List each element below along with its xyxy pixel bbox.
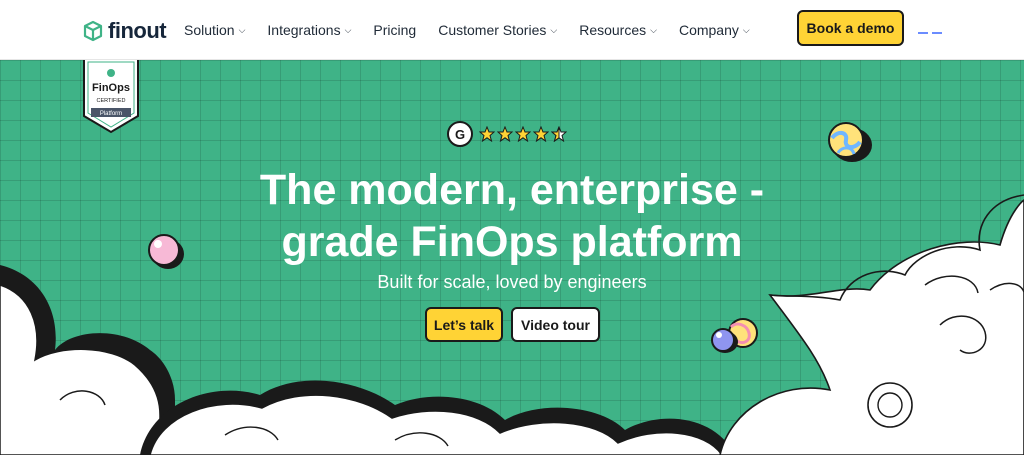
- box-logo-icon: [83, 20, 103, 42]
- marble-cluster-icon: [711, 318, 758, 353]
- chevron-down-icon: ⌵: [238, 24, 246, 35]
- nav-item-company[interactable]: Company ⌵: [679, 22, 750, 38]
- chevron-down-icon: ⌵: [650, 24, 657, 35]
- chevron-down-icon: ⌵: [550, 24, 558, 35]
- main-menu: Solution ⌵ Integrations ⌵ Pricing Customer…: [184, 22, 772, 38]
- lets-talk-button[interactable]: Let’s talk: [425, 307, 503, 342]
- chevron-down-icon: ⌵: [742, 24, 750, 35]
- half-star-icon: [551, 126, 567, 142]
- chevron-down-icon: ⌵: [344, 24, 352, 35]
- hero-subtitle: Built for scale, loved by engineers: [377, 272, 647, 292]
- nav-item-label: Company: [678, 22, 739, 38]
- badge-line1: CERTIFIED: [97, 98, 126, 104]
- video-tour-button[interactable]: Video tour: [511, 307, 600, 342]
- top-nav: finout Solution ⌵ Integrations ⌵ Pricing C…: [0, 0, 1024, 60]
- nav-item-label: Pricing: [373, 22, 417, 38]
- nav-item-label: Customer Stories: [438, 22, 547, 38]
- star-icon: [497, 126, 513, 142]
- nav-item-integrations[interactable]: Integrations ⌵: [267, 22, 351, 38]
- book-demo-button[interactable]: Book a demo: [797, 10, 904, 46]
- hero-title-line1: The modern, enterprise -: [259, 166, 765, 214]
- brand-logo[interactable]: finout: [82, 18, 167, 44]
- nav-item-label: Integrations: [267, 22, 341, 38]
- badge-line2: Platform: [100, 111, 122, 117]
- swirl-ball-icon: [828, 122, 872, 162]
- star-icon: [515, 126, 531, 142]
- g2-rating: G: [447, 121, 567, 147]
- nav-item-resources[interactable]: Resources ⌵: [579, 22, 657, 38]
- finops-certified-badge: FinOps CERTIFIED Platform: [83, 60, 139, 134]
- nav-item-customer-stories[interactable]: Customer Stories ⌵: [438, 22, 557, 38]
- pink-ball-icon: [148, 234, 184, 269]
- language-switcher[interactable]: [918, 32, 942, 34]
- brand-name: finout: [108, 18, 167, 43]
- nav-item-pricing[interactable]: Pricing: [373, 22, 416, 38]
- nav-item-label: Solution: [184, 22, 235, 38]
- hero-buttons: Let’s talk Video tour: [425, 307, 600, 342]
- badge-title: FinOps: [92, 82, 130, 94]
- g2-logo-icon: G: [447, 121, 473, 147]
- star-icon: [533, 126, 549, 142]
- hero-title-line2: grade FinOps platform: [281, 218, 743, 266]
- nav-item-label: Resources: [579, 22, 647, 38]
- flag-icon: [932, 32, 942, 34]
- hero-section: FinOps CERTIFIED Platform G The modern, …: [0, 60, 1024, 455]
- flag-icon: [918, 32, 928, 34]
- star-icon: [479, 126, 495, 142]
- nav-item-solution[interactable]: Solution ⌵: [184, 22, 245, 38]
